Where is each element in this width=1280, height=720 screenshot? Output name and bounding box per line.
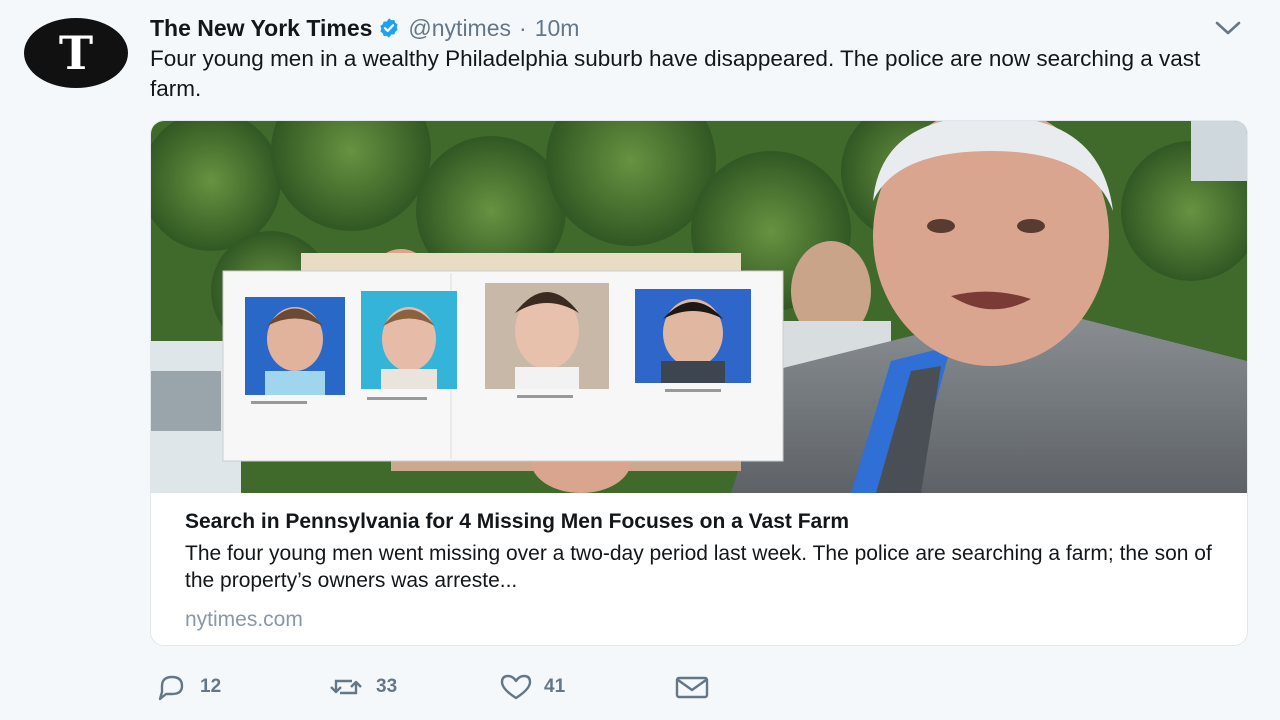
reply-button[interactable]: 12 — [154, 672, 326, 702]
tweet-actions: 12 33 41 — [154, 672, 710, 702]
card-title[interactable]: Search in Pennsylvania for 4 Missing Men… — [185, 507, 1225, 537]
heart-icon — [498, 672, 534, 702]
avatar[interactable]: T — [24, 18, 128, 88]
tweet: T The New York Times @nytimes · 10m Four… — [0, 0, 1280, 720]
envelope-icon — [674, 672, 710, 702]
retweet-button[interactable]: 33 — [326, 672, 498, 702]
tweet-text: Four young men in a wealthy Philadelphia… — [150, 46, 1201, 101]
link-card[interactable]: Search in Pennsylvania for 4 Missing Men… — [150, 120, 1248, 646]
retweet-icon — [326, 672, 366, 702]
header-separator: · — [519, 14, 527, 41]
nyt-logo: T — [58, 26, 94, 80]
card-body: Search in Pennsylvania for 4 Missing Men… — [185, 507, 1225, 632]
tweet-timestamp[interactable]: 10m — [535, 15, 580, 42]
card-domain: nytimes.com — [185, 608, 303, 631]
reply-icon — [154, 672, 190, 702]
author-handle[interactable]: @nytimes — [408, 15, 511, 42]
card-image — [151, 121, 1247, 493]
tweet-header: The New York Times @nytimes · 10m — [150, 12, 579, 44]
chevron-down-icon[interactable] — [1212, 16, 1244, 40]
like-count: 41 — [544, 676, 566, 697]
author-name[interactable]: The New York Times — [150, 15, 372, 42]
reply-count: 12 — [200, 676, 222, 697]
retweet-count: 33 — [376, 676, 398, 697]
verified-badge-icon — [378, 17, 400, 39]
card-description: The four young men went missing over a t… — [185, 542, 1212, 592]
like-button[interactable]: 41 — [498, 672, 674, 702]
direct-message-button[interactable] — [674, 672, 710, 702]
